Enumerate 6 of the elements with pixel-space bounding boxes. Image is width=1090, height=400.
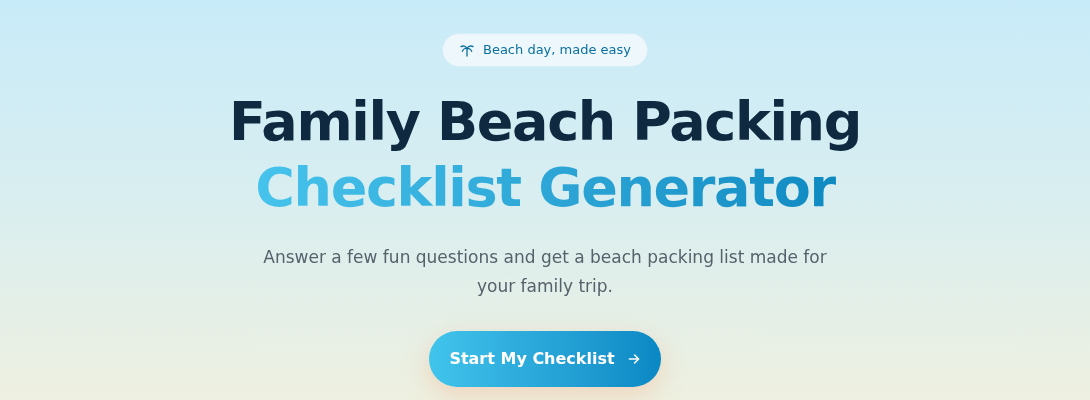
subtitle-text: Answer a few fun questions and get a beach packing list made for your family trip. [262,246,828,298]
arrow-right-icon [626,352,641,366]
start-checklist-button[interactable]: Start My Checklist [429,331,661,387]
page-title: Family Beach Packing [229,89,861,155]
palm-tree-icon [459,42,475,58]
tagline-badge: Beach day, made easy [442,33,648,67]
